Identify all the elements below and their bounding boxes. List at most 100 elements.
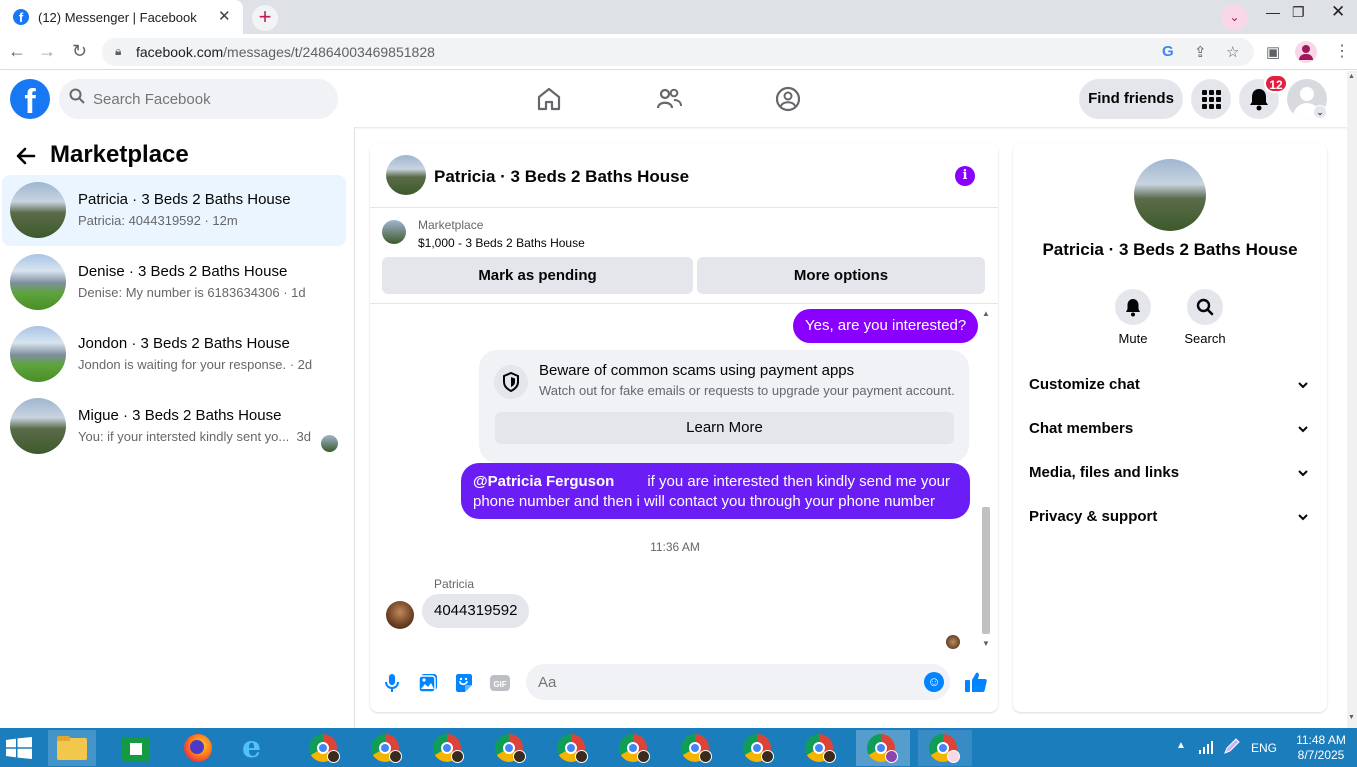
address-bar[interactable]: 🔒︎ facebook.com/messages/t/2486400346985… — [102, 38, 1254, 66]
reload-icon[interactable]: ↻ — [72, 41, 87, 62]
internet-explorer-icon[interactable]: e — [236, 730, 284, 766]
close-tab-icon[interactable]: ✕ — [218, 7, 231, 25]
microphone-icon[interactable] — [381, 672, 403, 694]
firefox-icon[interactable] — [174, 730, 222, 766]
page-scroll-down-icon[interactable]: ▼ — [1348, 714, 1355, 721]
info-icon[interactable]: i — [955, 166, 975, 186]
conversation-item[interactable]: Migue · 3 Beds 2 Baths House You: if you… — [2, 391, 346, 462]
find-friends-button[interactable]: Find friends — [1079, 79, 1183, 119]
friends-icon[interactable] — [655, 85, 683, 113]
chrome-icon[interactable] — [484, 730, 532, 766]
scroll-up-icon[interactable]: ▲ — [980, 309, 992, 318]
mute-button[interactable]: Mute — [1103, 289, 1163, 346]
side-panel-icon[interactable]: ▣ — [1266, 43, 1280, 61]
scroll-down-icon[interactable]: ▼ — [980, 639, 992, 648]
chat-title[interactable]: Patricia · 3 Beds 2 Baths House — [434, 167, 689, 187]
message-input[interactable] — [538, 664, 908, 700]
page-scrollbar[interactable]: ▲ ▼ — [1347, 71, 1357, 728]
bookmark-star-icon[interactable]: ☆ — [1226, 43, 1239, 61]
facebook-logo-icon[interactable]: f — [10, 79, 50, 119]
conversation-item[interactable]: Denise · 3 Beds 2 Baths House Denise: My… — [2, 247, 346, 318]
search-input[interactable] — [93, 79, 323, 119]
chrome-icon[interactable] — [360, 730, 408, 766]
forward-icon[interactable]: → — [38, 41, 56, 62]
chat-members-section[interactable]: Chat members — [1029, 407, 1311, 451]
account-chevron-icon[interactable]: ⌄ — [1313, 105, 1327, 119]
new-tab-button[interactable]: + — [252, 5, 278, 31]
mark-as-pending-button[interactable]: Mark as pending — [382, 257, 693, 294]
search-in-chat-button[interactable]: Search — [1175, 289, 1235, 346]
home-icon[interactable] — [535, 85, 563, 113]
privacy-support-section[interactable]: Privacy & support — [1029, 495, 1311, 539]
groups-icon[interactable] — [774, 85, 802, 113]
minimize-window-icon[interactable]: — — [1266, 4, 1280, 20]
conversation-item[interactable]: Patricia · 3 Beds 2 Baths House Patricia… — [2, 175, 346, 246]
menu-grid-button[interactable] — [1191, 79, 1231, 119]
sticker-icon[interactable] — [453, 672, 475, 694]
marketplace-listing-bar: Marketplace $1,000 - 3 Beds 2 Baths Hous… — [370, 208, 998, 304]
close-window-icon[interactable]: ✕ — [1331, 2, 1345, 22]
url-text[interactable]: facebook.com/messages/t/2486400346985182… — [136, 44, 435, 60]
chrome-icon[interactable] — [794, 730, 842, 766]
conversation-name: Denise · 3 Beds 2 Baths House — [78, 263, 288, 280]
thread-scrollbar[interactable]: ▲ ▼ — [980, 309, 992, 649]
conversation-preview: You: if your intersted kindly sent yo...… — [78, 429, 311, 444]
facebook-search[interactable] — [59, 79, 338, 119]
gif-icon[interactable]: GIF — [489, 672, 511, 694]
browser-menu-icon[interactable]: ⋮ — [1334, 41, 1350, 61]
system-clock[interactable]: 11:48 AM 8/7/2025 — [1289, 733, 1353, 763]
browser-toolbar: ← → ↻ 🔒︎ facebook.com/messages/t/2486400… — [0, 34, 1357, 70]
emoji-icon[interactable]: ☺ — [924, 672, 944, 692]
profile-avatar-icon[interactable] — [1295, 41, 1317, 63]
search-label: Search — [1184, 331, 1226, 346]
back-icon[interactable]: ← — [8, 41, 26, 62]
chrome-icon[interactable] — [608, 730, 656, 766]
scam-warning-title: Beware of common scams using payment app… — [539, 362, 855, 379]
language-indicator[interactable]: ENG — [1251, 741, 1277, 755]
message-composer: GIF ☺ — [370, 661, 998, 706]
chrome-icon[interactable] — [918, 730, 972, 766]
mention[interactable]: @Patricia Ferguson — [473, 473, 614, 490]
chevron-down-icon — [1298, 470, 1308, 477]
page-scroll-up-icon[interactable]: ▲ — [1348, 73, 1355, 80]
network-signal-icon[interactable] — [1198, 740, 1214, 754]
windows-start-icon[interactable] — [6, 737, 32, 759]
incoming-message[interactable]: 4044319592 — [422, 594, 530, 628]
customize-chat-section[interactable]: Customize chat — [1029, 363, 1311, 407]
thumbs-up-icon[interactable] — [964, 670, 988, 694]
chrome-icon[interactable] — [732, 730, 780, 766]
learn-more-button[interactable]: Learn More — [495, 412, 954, 444]
more-options-button[interactable]: More options — [697, 257, 985, 294]
restore-window-icon[interactable]: ❐ — [1292, 4, 1305, 21]
scrollbar-thumb[interactable] — [982, 507, 990, 634]
show-hidden-icons-icon[interactable]: ▲ — [1176, 740, 1186, 751]
share-icon[interactable]: ⇪ — [1194, 43, 1207, 61]
chrome-icon[interactable] — [670, 730, 718, 766]
photo-icon[interactable] — [417, 672, 439, 694]
conversation-item[interactable]: Jondon · 3 Beds 2 Baths House Jondon is … — [2, 319, 346, 390]
pen-icon[interactable] — [1222, 738, 1240, 756]
sender-name: Patricia — [434, 577, 475, 591]
file-explorer-icon[interactable] — [48, 730, 96, 766]
media-files-links-section[interactable]: Media, files and links — [1029, 451, 1311, 495]
listing-price[interactable]: $1,000 - 3 Beds 2 Baths House — [418, 236, 585, 250]
chat-avatar[interactable] — [386, 155, 426, 195]
store-icon[interactable] — [112, 730, 160, 766]
browser-tab[interactable]: f (12) Messenger | Facebook ✕ — [0, 0, 243, 34]
grid-icon — [1202, 90, 1221, 109]
back-arrow-icon[interactable] — [14, 144, 38, 174]
listing-thumbnail[interactable] — [382, 220, 406, 244]
browser-tab-strip: f (12) Messenger | Facebook ✕ + ⌄ — ❐ ✕ — [0, 0, 1357, 34]
google-icon[interactable]: G — [1162, 43, 1174, 60]
sender-avatar[interactable] — [386, 601, 414, 629]
outgoing-message[interactable]: @Patricia Ferguson if you are interested … — [461, 463, 970, 519]
message-input-box[interactable]: ☺ — [526, 664, 950, 700]
tab-search-icon[interactable]: ⌄ — [1221, 4, 1248, 31]
chrome-icon[interactable] — [856, 730, 910, 766]
tab-title: (12) Messenger | Facebook — [38, 10, 197, 25]
chrome-icon[interactable] — [422, 730, 470, 766]
chrome-icon[interactable] — [298, 730, 346, 766]
chrome-icon[interactable] — [546, 730, 594, 766]
outgoing-message[interactable]: Yes, are you interested? — [793, 309, 979, 343]
details-avatar[interactable] — [1134, 159, 1206, 231]
